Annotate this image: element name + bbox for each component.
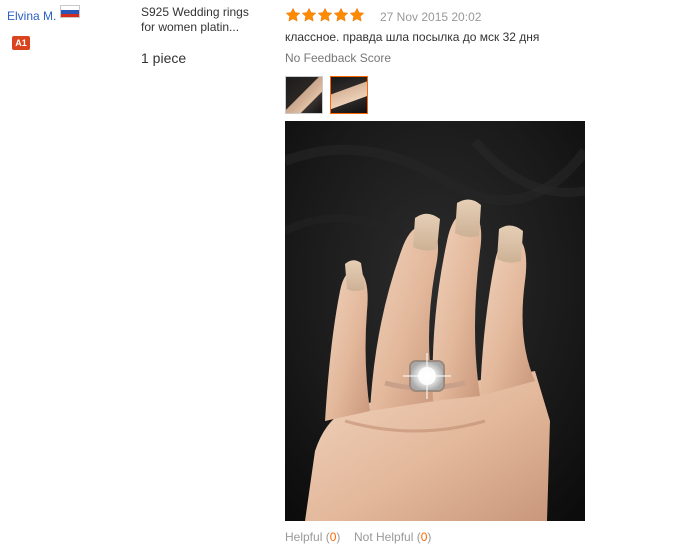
star-icon	[349, 7, 365, 22]
review-text: классное. правда шла посылка до мск 32 д…	[285, 30, 540, 44]
not-helpful-label: Not Helpful	[354, 530, 414, 544]
star-icon	[317, 7, 333, 22]
russia-flag-icon	[60, 5, 80, 18]
product-name: S925 Wedding rings for women platin...	[141, 5, 249, 34]
helpful-vote-link[interactable]: Helpful (0)	[285, 530, 340, 544]
review-photo-thumbnail[interactable]	[285, 76, 323, 114]
review-date: 27 Nov 2015 20:02	[380, 10, 482, 24]
not-helpful-vote-link[interactable]: Not Helpful (0)	[354, 530, 431, 544]
helpful-count: 0	[329, 530, 337, 544]
not-helpful-count: 0	[420, 530, 428, 544]
star-rating	[285, 7, 365, 24]
order-quantity: 1 piece	[141, 50, 187, 66]
star-icon	[301, 7, 317, 22]
star-icon	[333, 7, 349, 22]
review-photo-thumbnail-selected[interactable]	[330, 76, 368, 114]
feedback-score: No Feedback Score	[285, 51, 392, 65]
reviewer-name-link[interactable]: Elvina M.	[7, 9, 56, 23]
star-icon	[285, 7, 301, 22]
helpful-label: Helpful	[285, 530, 323, 544]
buyer-level-badge: A1	[12, 36, 30, 50]
review-photo-large[interactable]	[285, 121, 585, 521]
